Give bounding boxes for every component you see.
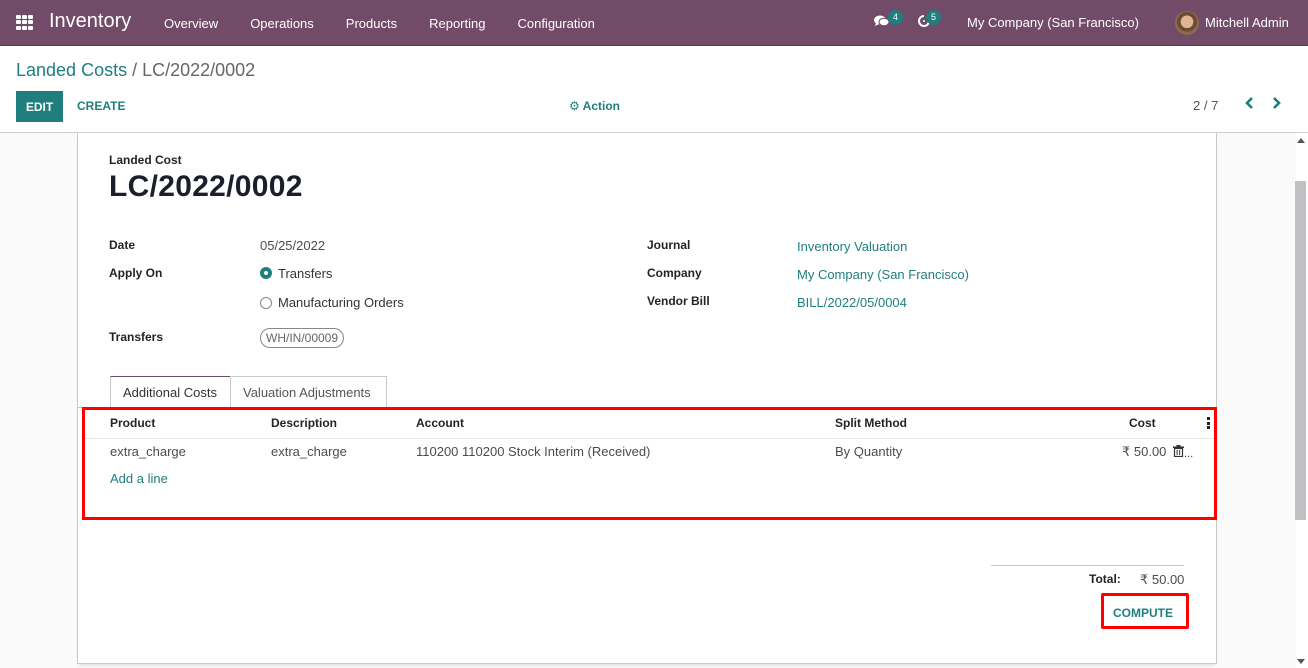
pager-value[interactable]: 2 / 7	[1193, 98, 1218, 113]
total-value: ₹ 50.00	[1140, 572, 1185, 587]
journal-link[interactable]: Inventory Valuation	[797, 239, 907, 254]
record-title: LC/2022/0002	[109, 170, 303, 203]
scroll-up-arrow-icon[interactable]	[1297, 138, 1305, 143]
transfer-tag[interactable]: WH/IN/00009	[260, 328, 345, 348]
user-menu[interactable]: Mitchell Admin	[1205, 15, 1289, 30]
scroll-down-arrow-icon[interactable]	[1297, 659, 1305, 664]
app-name[interactable]: Inventory	[49, 10, 131, 33]
company-label: Company	[647, 266, 702, 280]
form-subtitle: Landed Cost	[109, 153, 182, 167]
top-navbar: Inventory Overview Operations Products R…	[0, 0, 1308, 46]
total-label: Total:	[1089, 572, 1121, 586]
action-label: Action	[582, 99, 620, 113]
gear-icon: ⚙	[569, 99, 580, 113]
activities-badge: 5	[926, 10, 941, 25]
main-menu: Overview Operations Products Reporting C…	[148, 0, 611, 46]
radio-manufacturing-orders-label[interactable]: Manufacturing Orders	[278, 295, 404, 310]
user-avatar[interactable]	[1175, 11, 1199, 35]
pager-next-icon[interactable]	[1272, 96, 1282, 115]
radio-transfers[interactable]	[260, 267, 272, 279]
journal-label: Journal	[647, 238, 691, 252]
menu-products[interactable]: Products	[330, 16, 413, 31]
breadcrumb-separator: /	[127, 60, 143, 80]
breadcrumb-current: LC/2022/0002	[142, 60, 256, 80]
table-highlight-box	[82, 407, 1217, 520]
create-button[interactable]: CREATE	[77, 99, 125, 113]
radio-transfers-label[interactable]: Transfers	[278, 266, 332, 281]
date-value: 05/25/2022	[260, 238, 326, 253]
menu-reporting[interactable]: Reporting	[413, 16, 501, 31]
company-link[interactable]: My Company (San Francisco)	[797, 267, 969, 282]
pager-previous-icon[interactable]	[1244, 96, 1254, 115]
edit-button[interactable]: EDIT	[16, 91, 63, 122]
apps-menu-icon[interactable]	[16, 15, 33, 30]
tab-valuation-adjustments[interactable]: Valuation Adjustments	[230, 376, 387, 408]
vendor-bill-link[interactable]: BILL/2022/05/0004	[797, 295, 907, 310]
breadcrumb: Landed Costs / LC/2022/0002	[16, 60, 255, 81]
radio-manufacturing-orders[interactable]	[260, 297, 272, 309]
company-switcher[interactable]: My Company (San Francisco)	[967, 15, 1139, 30]
menu-overview[interactable]: Overview	[148, 16, 234, 31]
tab-additional-costs[interactable]: Additional Costs	[110, 376, 231, 408]
breadcrumb-landed-costs[interactable]: Landed Costs	[16, 60, 127, 80]
scrollbar-thumb[interactable]	[1295, 181, 1306, 520]
total-divider	[991, 565, 1184, 566]
menu-configuration[interactable]: Configuration	[501, 16, 610, 31]
compute-highlight-box	[1101, 593, 1189, 629]
date-label: Date	[109, 238, 136, 252]
messages-badge: 4	[888, 10, 903, 25]
apply-on-label: Apply On	[109, 266, 163, 280]
action-menu-button[interactable]: ⚙ Action	[569, 99, 620, 113]
vendor-bill-label: Vendor Bill	[647, 294, 710, 308]
transfers-label: Transfers	[109, 330, 164, 344]
menu-operations[interactable]: Operations	[234, 16, 330, 31]
